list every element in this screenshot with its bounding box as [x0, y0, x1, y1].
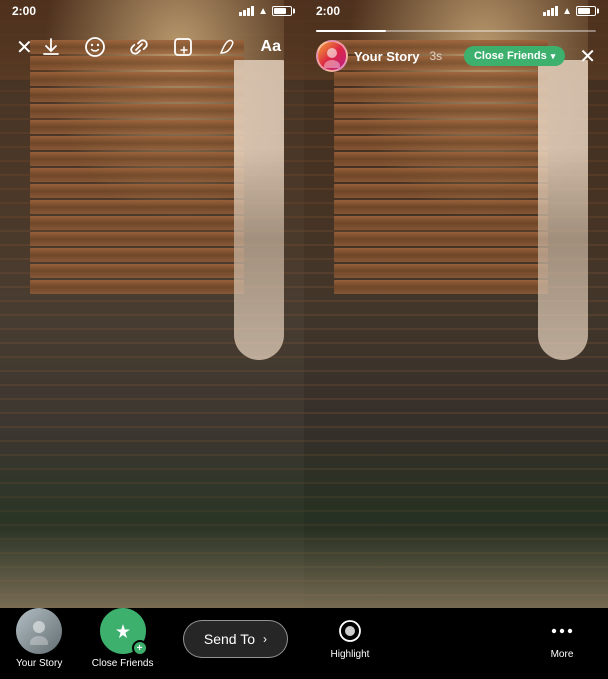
- viewer-info: Your Story 3s Close Friends ▾ ✕: [316, 40, 596, 72]
- wifi-icon: ▲: [258, 6, 268, 17]
- text-button[interactable]: Aa: [253, 29, 289, 65]
- window-blinds-right: [334, 40, 548, 320]
- battery-icon-right: [576, 6, 596, 16]
- battery-icon: [272, 6, 292, 16]
- bottom-bar: Your Story + Close Friends Send To ›: [0, 608, 608, 679]
- draw-button[interactable]: [209, 29, 245, 65]
- more-label: More: [551, 649, 574, 660]
- close-friends-badge[interactable]: Close Friends ▾: [464, 46, 565, 66]
- toolbar-right: Aa: [33, 29, 289, 65]
- highlight-icon: [337, 617, 363, 645]
- curtain: [234, 60, 284, 360]
- status-icons-right: ▲: [543, 6, 596, 17]
- user-avatar: [316, 40, 348, 72]
- viewer-user: Your Story 3s: [316, 40, 442, 72]
- bottom-left: Your Story + Close Friends Send To ›: [0, 608, 304, 669]
- more-action[interactable]: More: [532, 617, 592, 660]
- chevron-down-icon: ▾: [551, 51, 556, 62]
- send-to-button[interactable]: Send To ›: [183, 620, 288, 658]
- user-name: Your Story: [354, 49, 420, 64]
- close-friends-label: Close Friends: [474, 50, 547, 62]
- curtain-right: [538, 60, 588, 360]
- status-icons-left: ▲: [239, 6, 292, 17]
- emoji-button[interactable]: [77, 29, 113, 65]
- viewer-header: Your Story 3s Close Friends ▾ ✕: [304, 22, 608, 80]
- send-to-label: Send To: [204, 631, 255, 647]
- highlight-action[interactable]: Highlight: [320, 617, 380, 660]
- your-story-avatar: [16, 608, 62, 654]
- foreground: [0, 528, 304, 608]
- your-story-thumb[interactable]: Your Story: [16, 608, 62, 669]
- viewer-close-button[interactable]: ✕: [579, 44, 596, 69]
- chevron-right-icon: ›: [263, 632, 267, 646]
- sticker-button[interactable]: [165, 29, 201, 65]
- download-button[interactable]: [33, 29, 69, 65]
- time-left: 2:00: [12, 4, 36, 18]
- foreground-right: [304, 528, 608, 608]
- story-viewer-panel: Your Story 3s Close Friends ▾ ✕: [304, 0, 608, 608]
- more-icon: [549, 617, 575, 645]
- story-progress-bar: [316, 30, 596, 32]
- wifi-icon-right: ▲: [562, 6, 572, 17]
- highlight-label: Highlight: [331, 649, 370, 660]
- status-bar-left: 2:00 ▲: [0, 0, 304, 22]
- plus-badge: +: [132, 640, 148, 656]
- time-right: 2:00: [316, 4, 340, 18]
- status-bar-right: 2:00 ▲: [304, 0, 608, 22]
- close-button[interactable]: ✕: [16, 29, 33, 65]
- bottom-right: Highlight More: [304, 617, 608, 660]
- story-editor-panel: ✕: [0, 0, 304, 608]
- link-button[interactable]: [121, 29, 157, 65]
- your-story-label: Your Story: [16, 658, 62, 669]
- signal-icon-right: [543, 6, 558, 16]
- close-friends-thumb[interactable]: + Close Friends: [92, 608, 154, 669]
- story-time: 3s: [430, 49, 443, 63]
- signal-icon: [239, 6, 254, 16]
- window-blinds: [30, 40, 244, 320]
- story-progress-fill: [316, 30, 386, 32]
- screens-container: ✕: [0, 0, 608, 608]
- close-friends-label: Close Friends: [92, 658, 154, 669]
- editor-toolbar: ✕: [0, 22, 304, 72]
